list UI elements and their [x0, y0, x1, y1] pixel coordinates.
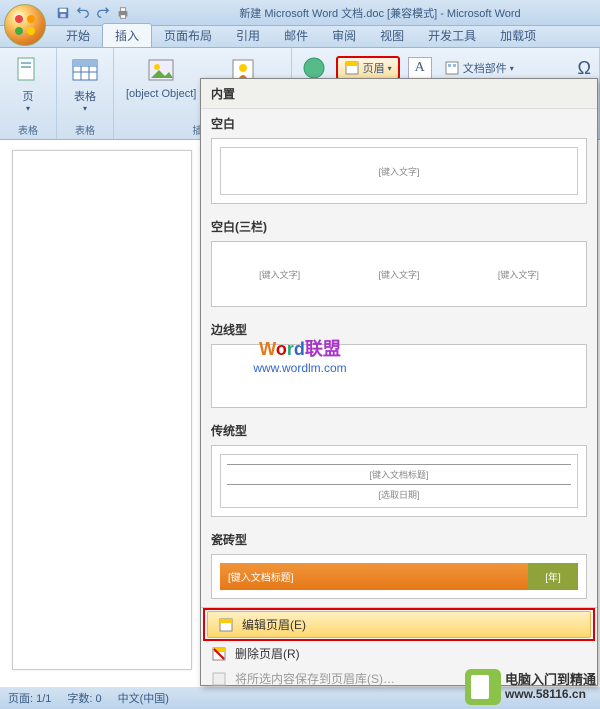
chevron-down-icon: ▾: [26, 104, 30, 113]
office-button[interactable]: [4, 4, 46, 46]
edit-header-menuitem[interactable]: 编辑页眉(E): [207, 611, 591, 638]
delete-header-icon: [211, 646, 227, 662]
status-language[interactable]: 中文(中国): [118, 690, 169, 706]
tab-review[interactable]: 审阅: [320, 24, 368, 47]
site-url: www.58116.cn: [505, 688, 596, 701]
site-name: 电脑入门到精通: [505, 673, 596, 687]
gallery-item-traditional[interactable]: [键入文档标题] [选取日期]: [211, 445, 587, 517]
print-icon[interactable]: [116, 6, 130, 20]
tab-home[interactable]: 开始: [54, 24, 102, 47]
gallery-item-tiles-title: 瓷砖型: [201, 525, 597, 552]
status-words[interactable]: 字数: 0: [67, 690, 101, 706]
tab-view[interactable]: 视图: [368, 24, 416, 47]
tab-mailings[interactable]: 邮件: [272, 24, 320, 47]
tab-addins[interactable]: 加载项: [488, 24, 548, 47]
site-logo-icon: [465, 669, 501, 705]
header-icon: [218, 617, 234, 633]
text-a-button[interactable]: A: [408, 57, 432, 79]
window-title: 新建 Microsoft Word 文档.doc [兼容模式] - Micros…: [130, 5, 600, 21]
tab-references[interactable]: 引用: [224, 24, 272, 47]
office-logo-icon: [12, 12, 38, 38]
pages-button[interactable]: 页 ▾: [8, 52, 48, 115]
redo-icon[interactable]: [96, 6, 110, 20]
text-parts-button[interactable]: 文档部件 ▾: [440, 58, 518, 78]
chevron-down-icon: ▾: [510, 64, 514, 73]
watermark: Word联盟 www.wordlm.com: [253, 335, 346, 375]
save-icon[interactable]: [56, 6, 70, 20]
site-watermark: 电脑入门到精通 www.58116.cn: [465, 669, 596, 705]
picture-icon: [145, 54, 177, 86]
undo-icon[interactable]: [76, 6, 90, 20]
gallery-item-blank[interactable]: [键入文字]: [211, 138, 587, 204]
ribbon-group-pages: 页 ▾ 表格: [0, 48, 57, 139]
header-icon: [344, 60, 360, 76]
table-icon: [69, 54, 101, 86]
chevron-down-icon: ▾: [388, 64, 392, 73]
header-gallery-dropdown: 内置 空白 [键入文字] 空白(三栏) [键入文字] [键入文字] [键入文字]…: [200, 78, 598, 686]
remove-header-menuitem[interactable]: 删除页眉(R): [201, 641, 597, 666]
tab-insert[interactable]: 插入: [102, 23, 152, 47]
gallery-item-blank3-title: 空白(三栏): [201, 212, 597, 239]
tab-layout[interactable]: 页面布局: [152, 24, 224, 47]
ribbon-tabs: 开始 插入 页面布局 引用 邮件 审阅 视图 开发工具 加载项: [0, 26, 600, 48]
status-page[interactable]: 页面: 1/1: [8, 690, 51, 706]
building-blocks-icon: [444, 60, 460, 76]
omega-icon[interactable]: Ω: [578, 58, 591, 79]
gallery-section-builtin: 内置: [201, 79, 597, 109]
tab-developer[interactable]: 开发工具: [416, 24, 488, 47]
chevron-down-icon: ▾: [83, 104, 87, 113]
header-dropdown-button[interactable]: 页眉 ▾: [336, 56, 400, 80]
ribbon-group-tables: 表格 ▾ 表格: [57, 48, 114, 139]
document-page: [12, 150, 192, 670]
table-button[interactable]: 表格 ▾: [65, 52, 105, 115]
gallery-item-blank3[interactable]: [键入文字] [键入文字] [键入文字]: [211, 241, 587, 307]
save-selection-icon: [211, 671, 227, 687]
gallery-item-traditional-title: 传统型: [201, 416, 597, 443]
title-bar: 新建 Microsoft Word 文档.doc [兼容模式] - Micros…: [0, 0, 600, 26]
gallery-item-blank-title: 空白: [201, 109, 597, 136]
picture-button[interactable]: [object Object]: [122, 52, 200, 102]
page-icon: [12, 54, 44, 86]
gallery-item-tiles[interactable]: [键入文档标题] [年]: [211, 554, 587, 599]
